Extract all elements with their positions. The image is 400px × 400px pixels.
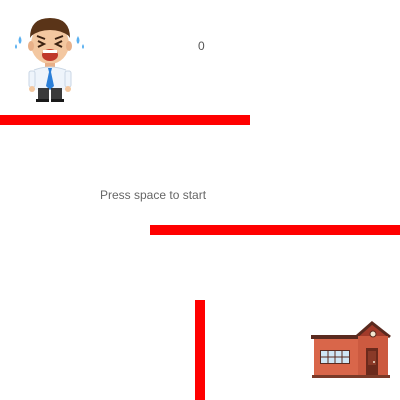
score-counter: 0 <box>198 39 205 53</box>
wall-top-left <box>0 115 250 125</box>
wall-middle-right <box>150 225 400 235</box>
start-prompt: Press space to start <box>100 188 207 202</box>
wall-bottom-vertical <box>195 300 205 400</box>
school-house-icon <box>311 321 391 378</box>
game-canvas[interactable]: 0 Press space to start <box>0 0 400 400</box>
crying-businessman-icon <box>15 18 84 102</box>
